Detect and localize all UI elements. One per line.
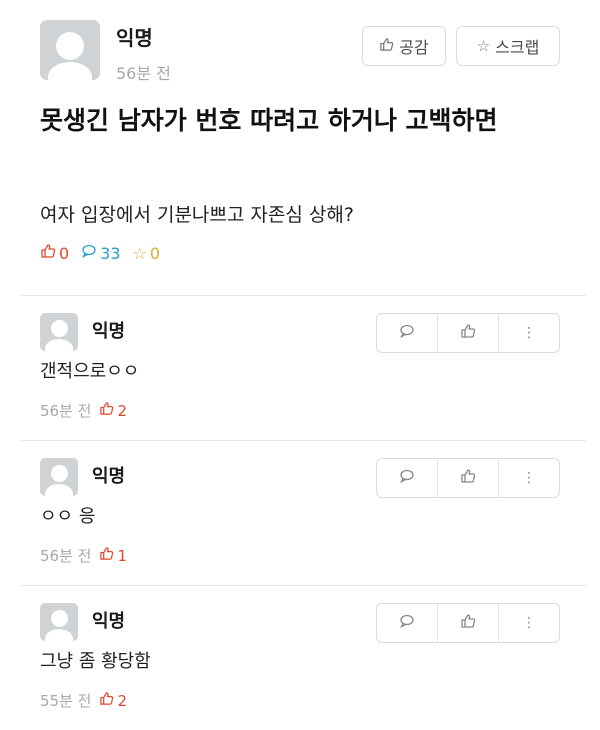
star-icon: ☆ bbox=[476, 37, 491, 55]
comment-like-button[interactable] bbox=[437, 459, 498, 497]
post-stats: 0 33 ☆ 0 bbox=[40, 243, 160, 263]
thumbs-up-icon bbox=[460, 323, 476, 343]
avatar-head bbox=[51, 465, 68, 482]
more-vertical-icon: ⋮ bbox=[522, 470, 536, 486]
post-avatar bbox=[40, 20, 100, 80]
comment-time: 56분 전 bbox=[40, 402, 92, 420]
avatar-body bbox=[48, 62, 92, 80]
comment-item: 익명 ⋮ 그냥 좀 황당함 55분 전 2 bbox=[0, 585, 600, 730]
comment-like-value: 2 bbox=[117, 401, 128, 420]
post-title: 못생긴 남자가 번호 따려고 하거나 고백하면 bbox=[40, 106, 498, 135]
comment-count-value: 33 bbox=[100, 243, 121, 263]
avatar-head bbox=[56, 32, 84, 60]
thumbs-up-icon bbox=[40, 243, 56, 263]
more-button[interactable]: ⋮ bbox=[498, 314, 559, 352]
comment-text: 갠적으로ㅇㅇ bbox=[40, 361, 140, 382]
comment-time: 55분 전 bbox=[40, 692, 92, 710]
like-button-label: 공감 bbox=[399, 38, 429, 57]
comment-meta: 56분 전 2 bbox=[40, 400, 127, 421]
comment-author: 익명 bbox=[92, 321, 126, 342]
comment-meta: 56분 전 1 bbox=[40, 545, 127, 566]
comment-item: 익명 ⋮ ㅇㅇ 응 56분 전 1 bbox=[0, 440, 600, 585]
more-vertical-icon: ⋮ bbox=[522, 325, 536, 341]
thumbs-up-icon bbox=[460, 468, 476, 488]
comment-time: 56분 전 bbox=[40, 547, 92, 565]
reply-button[interactable] bbox=[377, 604, 437, 642]
comment-author: 익명 bbox=[92, 466, 126, 487]
comment-actions: ⋮ bbox=[376, 603, 560, 643]
more-button[interactable]: ⋮ bbox=[498, 459, 559, 497]
post: 익명 56분 전 공감 ☆ 스크랩 못생긴 남자가 번호 따려고 하거나 고백하… bbox=[0, 0, 600, 295]
post-time: 56분 전 bbox=[116, 64, 171, 83]
comment-text: ㅇㅇ 응 bbox=[40, 506, 96, 527]
speech-bubble-icon bbox=[399, 468, 415, 488]
post-content: 여자 입장에서 기분나쁘고 자존심 상해? bbox=[40, 204, 354, 226]
comment-item: 익명 ⋮ 갠적으로ㅇㅇ 56분 전 2 bbox=[0, 295, 600, 440]
like-count: 0 bbox=[40, 243, 69, 263]
like-button[interactable]: 공감 bbox=[362, 26, 446, 66]
reply-button[interactable] bbox=[377, 459, 437, 497]
comment-like-count: 1 bbox=[99, 546, 127, 565]
thumbs-up-icon bbox=[99, 691, 114, 710]
comment-avatar bbox=[40, 458, 78, 496]
scrap-count-value: 0 bbox=[149, 243, 161, 263]
post-author: 익명 bbox=[116, 26, 153, 50]
scrap-button-label: 스크랩 bbox=[495, 38, 540, 57]
comment-like-value: 1 bbox=[117, 546, 128, 565]
comment-like-count: 2 bbox=[99, 401, 127, 420]
speech-bubble-icon bbox=[399, 613, 415, 633]
avatar-head bbox=[51, 610, 68, 627]
comment-actions: ⋮ bbox=[376, 458, 560, 498]
comment-actions: ⋮ bbox=[376, 313, 560, 353]
thumbs-up-icon bbox=[99, 546, 114, 565]
comment-like-button[interactable] bbox=[437, 314, 498, 352]
comment-like-count: 2 bbox=[99, 691, 127, 710]
comment-avatar bbox=[40, 313, 78, 351]
more-vertical-icon: ⋮ bbox=[522, 615, 536, 631]
avatar-head bbox=[51, 320, 68, 337]
comment-text: 그냥 좀 황당함 bbox=[40, 651, 151, 672]
star-icon: ☆ bbox=[132, 243, 147, 263]
avatar-body bbox=[45, 339, 73, 351]
speech-bubble-icon bbox=[81, 243, 97, 263]
thumbs-up-icon bbox=[379, 37, 394, 56]
comment-count: 33 bbox=[81, 243, 121, 263]
reply-button[interactable] bbox=[377, 314, 437, 352]
comment-author: 익명 bbox=[92, 611, 126, 632]
comment-like-button[interactable] bbox=[437, 604, 498, 642]
avatar-body bbox=[45, 484, 73, 496]
like-count-value: 0 bbox=[59, 243, 70, 263]
speech-bubble-icon bbox=[399, 323, 415, 343]
thumbs-up-icon bbox=[99, 401, 114, 420]
avatar-body bbox=[45, 629, 73, 641]
thumbs-up-icon bbox=[460, 613, 476, 633]
scrap-button[interactable]: ☆ 스크랩 bbox=[456, 26, 560, 66]
comment-meta: 55분 전 2 bbox=[40, 690, 127, 711]
more-button[interactable]: ⋮ bbox=[498, 604, 559, 642]
scrap-count: ☆ 0 bbox=[133, 243, 161, 263]
comment-like-value: 2 bbox=[117, 691, 128, 710]
comment-avatar bbox=[40, 603, 78, 641]
